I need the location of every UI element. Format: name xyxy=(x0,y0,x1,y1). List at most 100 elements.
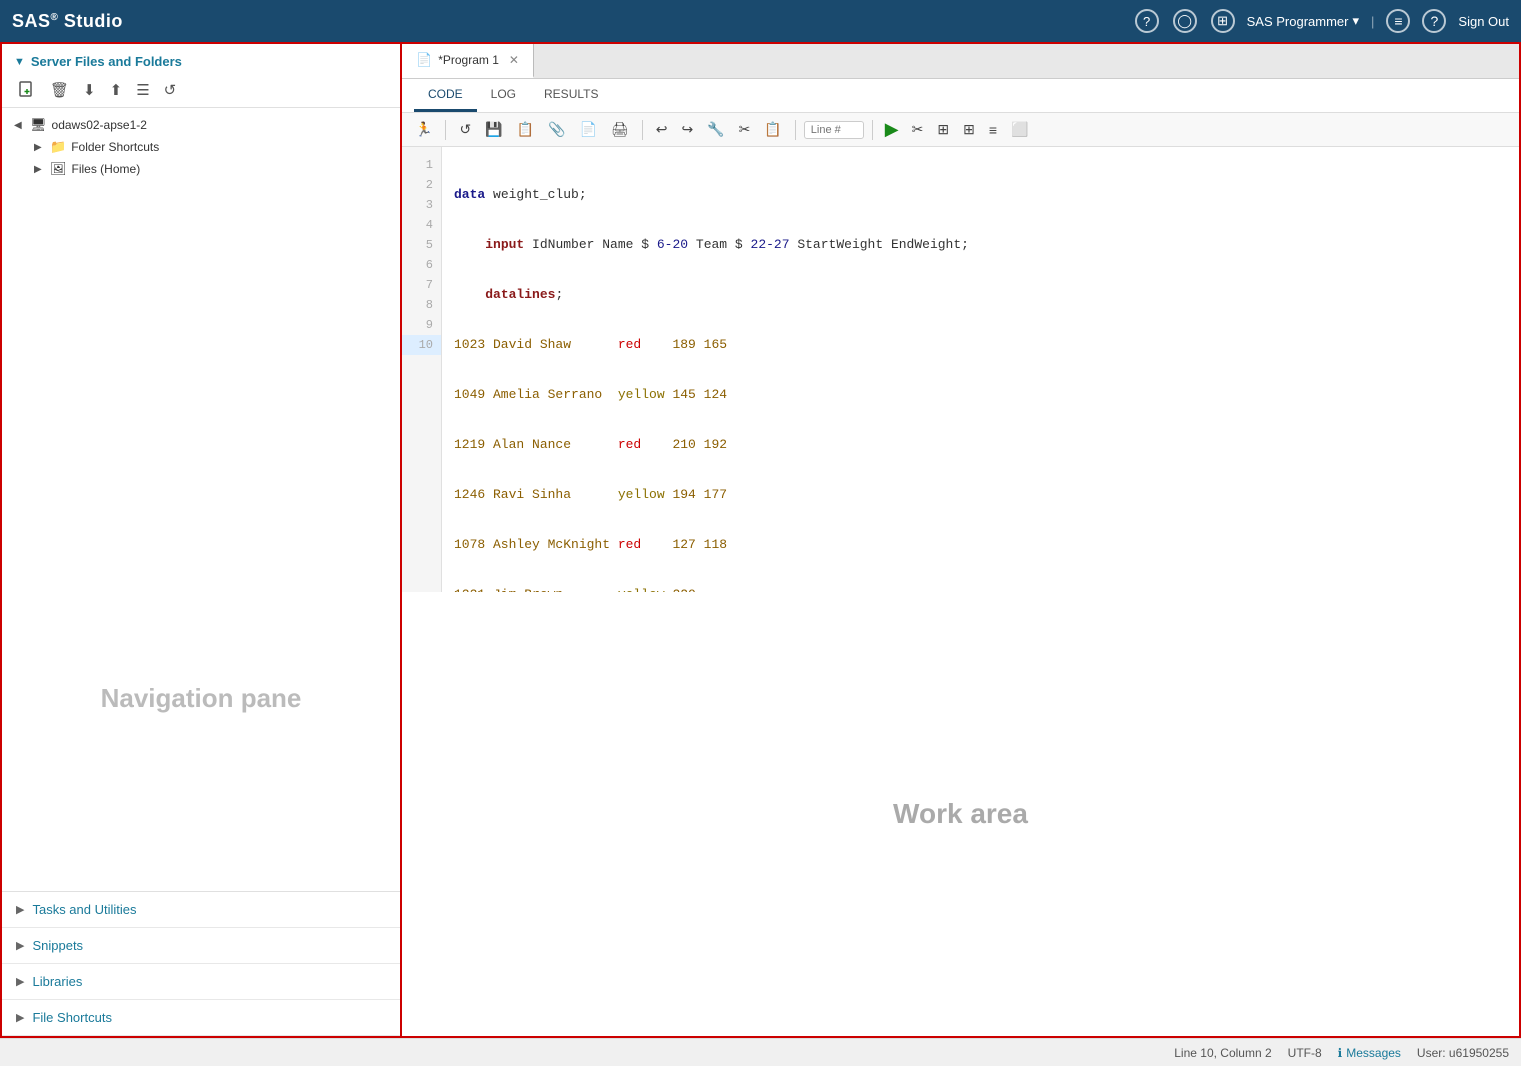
info-circle-icon: ℹ xyxy=(1338,1046,1343,1060)
program-1-tab[interactable]: 📄 *Program 1 ✕ xyxy=(402,44,534,78)
tasks-utilities-label: Tasks and Utilities xyxy=(32,902,136,917)
code-line-1: data weight_club; xyxy=(454,185,1507,205)
work-area: 📄 *Program 1 ✕ CODE LOG RESULTS 🏃 ↺ 💾 📋 xyxy=(402,44,1519,1036)
file-shortcuts-item[interactable]: ▶ File Shortcuts xyxy=(2,1000,400,1036)
top-bar-icons: ? ◯ ⊞ xyxy=(1135,9,1235,33)
code-line-5: 1049 Amelia Serrano yellow 145 124 xyxy=(454,385,1507,405)
tab-log[interactable]: LOG xyxy=(477,79,530,112)
upload-button[interactable]: ⬆ xyxy=(106,79,127,101)
line-num-2: 2 xyxy=(402,175,441,195)
redo-button[interactable]: ↪ xyxy=(676,118,698,141)
line-num-3: 3 xyxy=(402,195,441,215)
folder-shortcuts-label: Folder Shortcuts xyxy=(71,140,159,154)
code-editor[interactable]: 1 2 3 4 5 6 7 8 9 10 data weight_club; i… xyxy=(402,147,1519,592)
tab-bar: 📄 *Program 1 ✕ xyxy=(402,44,1519,79)
search-icon[interactable]: ? xyxy=(1135,9,1159,33)
refresh-button[interactable]: ↺ xyxy=(160,79,181,101)
print-button[interactable]: 🖨 xyxy=(606,118,634,141)
properties-button[interactable]: ☰ xyxy=(132,79,153,101)
new-file-button[interactable] xyxy=(14,79,40,101)
new-program-button[interactable]: 📄 xyxy=(574,118,601,141)
work-area-label: Work area xyxy=(402,592,1519,1037)
user-name: SAS Programmer xyxy=(1247,14,1349,29)
cut-button[interactable]: ✂ xyxy=(734,118,756,141)
toolbar-divider-1 xyxy=(445,120,446,140)
snippets-arrow-icon: ▶ xyxy=(16,939,24,952)
line-num-9: 9 xyxy=(402,315,441,335)
tab-code[interactable]: CODE xyxy=(414,79,477,112)
file-shortcuts-arrow-icon: ▶ xyxy=(16,1011,24,1024)
code-content[interactable]: data weight_club; input IdNumber Name $ … xyxy=(442,147,1519,592)
line-num-5: 5 xyxy=(402,235,441,255)
code-line-7: 1246 Ravi Sinha yellow 194 177 xyxy=(454,485,1507,505)
apps-icon[interactable]: ⊞ xyxy=(1211,9,1235,33)
stop-button[interactable]: ✂ xyxy=(907,118,929,141)
line-num-10: 10 xyxy=(402,335,441,355)
home-files-icon: 🖼 xyxy=(50,161,67,177)
tree-arrow-icon: ▶ xyxy=(34,142,50,153)
editor-toolbar: 🏃 ↺ 💾 📋 📎 📄 🖨 ↩ ↪ 🔧 ✂ 📋 ▶ ✂ ⊞ ⊞ ≡ ⬜ xyxy=(402,113,1519,147)
run-program-icon[interactable]: 🏃 xyxy=(410,118,437,141)
save-all-button[interactable]: 📎 xyxy=(543,118,570,141)
app-title: SAS xyxy=(12,11,51,31)
status-right: Line 10, Column 2 UTF-8 ℹ Messages User:… xyxy=(1174,1046,1509,1060)
tree-folder-shortcuts[interactable]: ▶ 📁 Folder Shortcuts xyxy=(2,136,400,158)
tasks-utilities-item[interactable]: ▶ Tasks and Utilities xyxy=(2,892,400,928)
find-button[interactable]: 🔧 xyxy=(702,118,729,141)
messages-label: Messages xyxy=(1346,1046,1401,1060)
nav-pane-header: ▼ Server Files and Folders xyxy=(2,44,400,75)
close-tab-icon[interactable]: ✕ xyxy=(509,53,519,67)
undo-recent-icon[interactable]: ↺ xyxy=(454,118,476,141)
nav-pane-title: Server Files and Folders xyxy=(31,54,182,69)
line-number-input[interactable] xyxy=(804,121,864,139)
nav-toolbar: 🗑 ⬇ ⬆ ☰ ↺ xyxy=(2,75,400,108)
code-tabs: CODE LOG RESULTS xyxy=(402,79,1519,113)
tree-server-node[interactable]: ◀ 🖥 odaws02-apse1-2 xyxy=(2,114,400,136)
top-bar: SAS® Studio ? ◯ ⊞ SAS Programmer ▾ | ≡ ?… xyxy=(0,0,1521,42)
save-as-button[interactable]: 📋 xyxy=(512,118,539,141)
check-syntax-button[interactable]: ⊞ xyxy=(932,118,954,141)
undo-button[interactable]: ↩ xyxy=(651,118,673,141)
copy-button[interactable]: 📋 xyxy=(759,118,786,141)
bookmark-icon[interactable]: ◯ xyxy=(1173,9,1197,33)
step-button[interactable]: ⊞ xyxy=(958,118,980,141)
file-shortcuts-label: File Shortcuts xyxy=(32,1010,111,1025)
code-line-6: 1219 Alan Nance red 210 192 xyxy=(454,435,1507,455)
libraries-label: Libraries xyxy=(32,974,82,989)
code-line-2: input IdNumber Name $ 6-20 Team $ 22-27 … xyxy=(454,235,1507,255)
server-icon: 🖥 xyxy=(30,117,47,133)
fullscreen-button[interactable]: ⬜ xyxy=(1006,118,1033,141)
libraries-item[interactable]: ▶ Libraries xyxy=(2,964,400,1000)
line-num-6: 6 xyxy=(402,255,441,275)
nav-bottom-sections: ▶ Tasks and Utilities ▶ Snippets ▶ Libra… xyxy=(2,891,400,1036)
nav-pane-label: Navigation pane xyxy=(2,506,400,892)
folder-shortcuts-icon: 📁 xyxy=(50,139,66,155)
toolbar-divider-3 xyxy=(795,120,796,140)
sign-out-button[interactable]: Sign Out xyxy=(1458,14,1509,29)
tab-results[interactable]: RESULTS xyxy=(530,79,612,112)
status-bar: Line 10, Column 2 UTF-8 ℹ Messages User:… xyxy=(0,1038,1521,1066)
save-button[interactable]: 💾 xyxy=(480,118,507,141)
code-line-8: 1078 Ashley McKnight red 127 118 xyxy=(454,535,1507,555)
collapse-arrow-icon[interactable]: ▼ xyxy=(14,56,25,68)
line-numbers: 1 2 3 4 5 6 7 8 9 10 xyxy=(402,147,442,592)
info-icon[interactable]: ? xyxy=(1422,9,1446,33)
encoding-label: UTF-8 xyxy=(1288,1046,1322,1060)
tasks-arrow-icon: ▶ xyxy=(16,903,24,916)
snippets-item[interactable]: ▶ Snippets xyxy=(2,928,400,964)
messages-button[interactable]: ℹ Messages xyxy=(1338,1046,1401,1060)
tree-expand-arrow-icon: ◀ xyxy=(14,120,30,131)
tree-files-home[interactable]: ▶ 🖼 Files (Home) xyxy=(2,158,400,180)
line-num-8: 8 xyxy=(402,295,441,315)
line-num-4: 4 xyxy=(402,215,441,235)
delete-button[interactable]: 🗑 xyxy=(46,79,73,101)
run-button[interactable]: ▶ xyxy=(881,117,903,142)
line-num-1: 1 xyxy=(402,155,441,175)
indent-button[interactable]: ≡ xyxy=(984,119,1002,141)
user-menu[interactable]: SAS Programmer ▾ xyxy=(1247,13,1359,29)
download-button[interactable]: ⬇ xyxy=(79,79,100,101)
program-icon: 📄 xyxy=(416,52,432,68)
help-icon[interactable]: ≡ xyxy=(1386,9,1410,33)
libraries-arrow-icon: ▶ xyxy=(16,975,24,988)
tree-home-arrow-icon: ▶ xyxy=(34,164,50,175)
